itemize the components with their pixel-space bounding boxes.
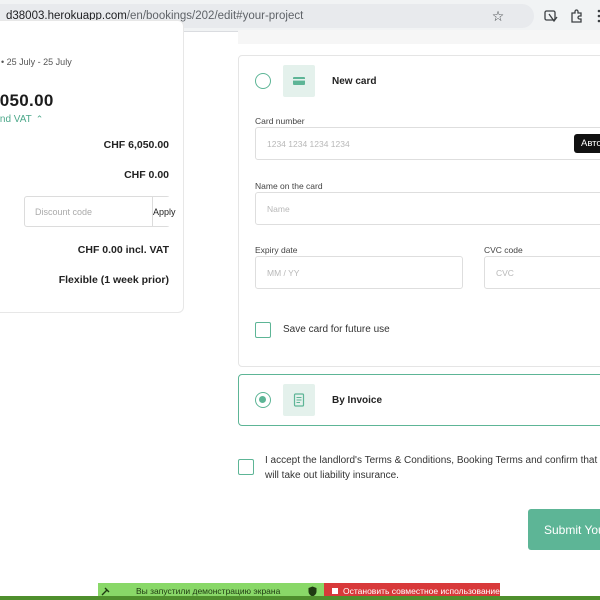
credit-card-icon — [293, 77, 305, 85]
discount-code-group: Apply — [24, 196, 176, 227]
save-card-checkbox[interactable] — [255, 322, 271, 338]
stop-sharing-label: Остановить совместное использование — [343, 586, 500, 596]
stop-icon — [332, 588, 338, 594]
document-icon — [293, 393, 305, 407]
apply-discount-button[interactable]: Apply — [152, 197, 176, 226]
expiry-date-input[interactable] — [255, 256, 463, 289]
puzzle-extensions-icon[interactable] — [569, 8, 585, 24]
discount-value: CHF 0.00 — [124, 169, 169, 181]
card-icon-tile — [283, 65, 315, 97]
subtotal-value: CHF 6,050.00 — [103, 139, 169, 151]
cancellation-policy: Flexible (1 week prior) — [58, 274, 169, 286]
terms-line-2: will take out liability insurance. — [265, 470, 399, 481]
screen-share-message: Вы запустили демонстрацию экрана — [136, 586, 281, 596]
booking-dates: men • 25 July - 25 July — [0, 57, 72, 67]
accept-terms-checkbox[interactable] — [238, 459, 254, 475]
total-value: 6,050.00 — [0, 91, 54, 110]
card-number-label: Card number — [255, 116, 305, 126]
fees-vat-toggle[interactable]: es and VAT⌃ — [0, 114, 43, 125]
taskbar-strip — [0, 596, 600, 600]
autofill-button[interactable]: Авто — [574, 134, 600, 153]
fees-vat-toggle-label: es and VAT — [0, 114, 32, 125]
card-number-input[interactable] — [255, 127, 600, 160]
bookmark-star-icon[interactable]: ☆ — [489, 4, 507, 28]
invoice-icon-tile — [283, 384, 315, 416]
vat-value: CHF 0.00 incl. VAT — [77, 244, 169, 256]
submit-button[interactable]: Submit You — [528, 509, 600, 550]
cvc-code-label: CVC code — [484, 245, 523, 255]
invoice-label: By Invoice — [332, 395, 383, 406]
expiry-date-label: Expiry date — [255, 245, 298, 255]
name-on-card-input[interactable] — [255, 192, 600, 225]
new-card-label: New card — [332, 76, 377, 87]
save-card-label: Save card for future use — [283, 324, 390, 335]
booking-summary-card: men • 25 July - 25 July AL 6,050.00 es a… — [0, 20, 184, 313]
new-card-radio[interactable] — [255, 73, 271, 89]
terms-text: I accept the landlord's Terms & Conditio… — [265, 453, 600, 483]
name-on-card-label: Name on the card — [255, 181, 323, 191]
section-header-strip — [238, 30, 600, 44]
terms-line-1: I accept the landlord's Terms & Conditio… — [265, 455, 600, 466]
chevron-up-icon: ⌃ — [35, 114, 44, 124]
translate-extension-icon[interactable] — [543, 8, 559, 24]
cvc-code-input[interactable] — [484, 256, 600, 289]
drag-handle-icon[interactable] — [101, 586, 111, 596]
discount-code-input[interactable] — [25, 197, 152, 226]
browser-menu-icon[interactable] — [591, 8, 600, 24]
invoice-radio[interactable] — [255, 392, 271, 408]
